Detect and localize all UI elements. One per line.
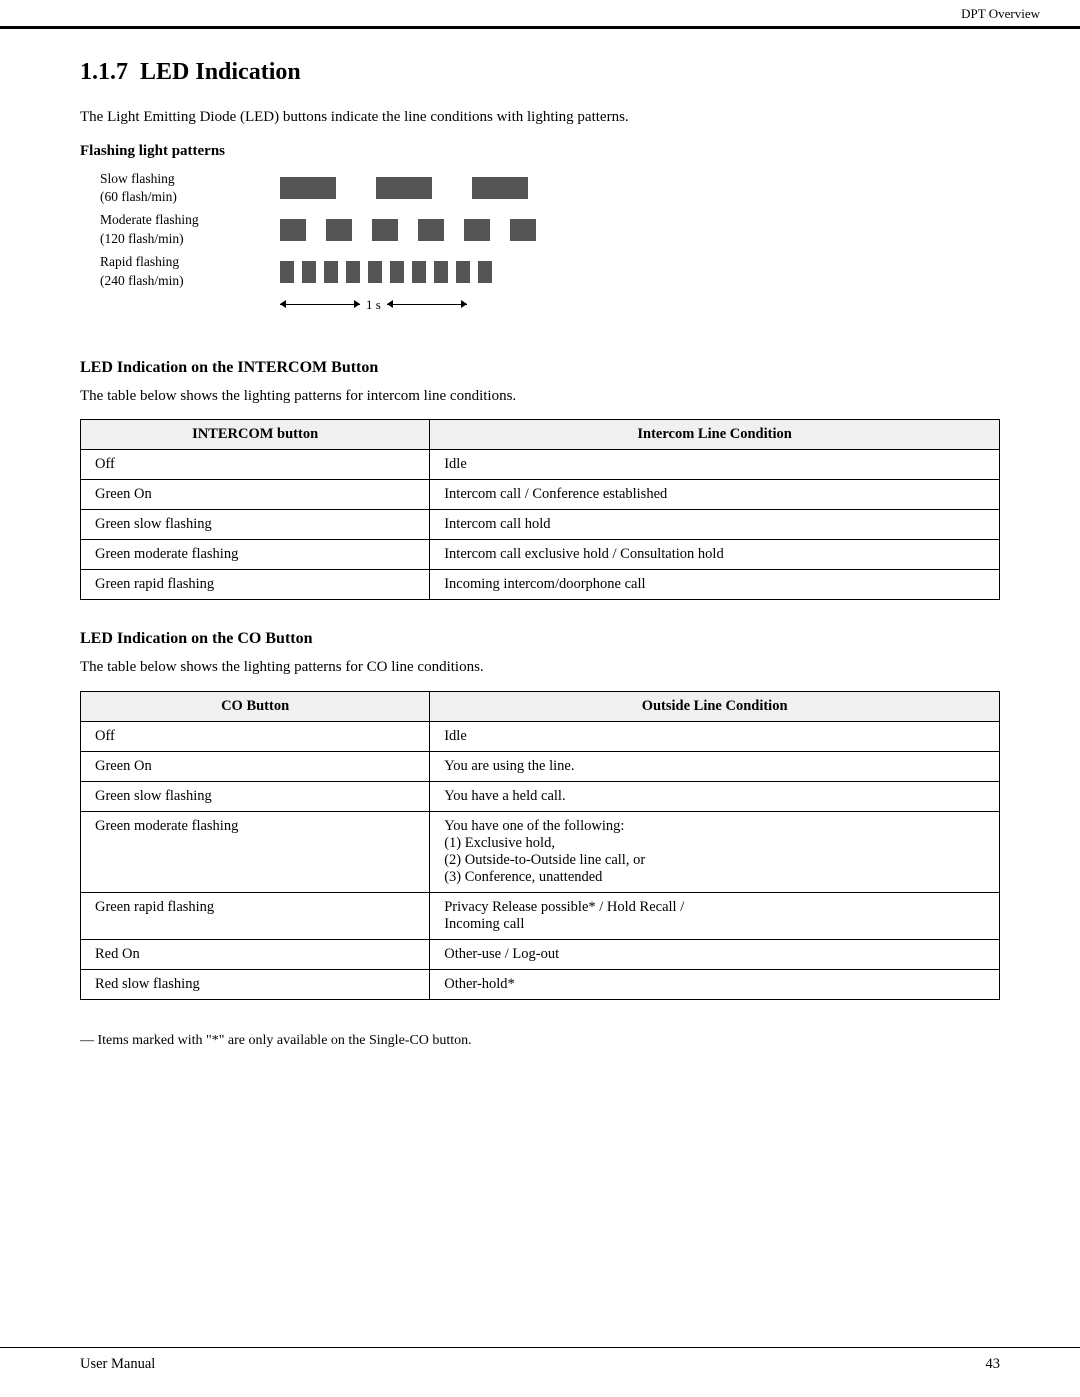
co-table-row: Green rapid flashingPrivacy Release poss…: [81, 892, 1000, 939]
slow-block-2: [376, 177, 432, 199]
intercom-col2-cell: Intercom call hold: [430, 510, 1000, 540]
co-table-row: Red slow flashingOther-hold*: [81, 969, 1000, 999]
intercom-table-row: Green slow flashingIntercom call hold: [81, 510, 1000, 540]
co-col1-cell: Green On: [81, 751, 430, 781]
intercom-col2-cell: Incoming intercom/doorphone call: [430, 570, 1000, 600]
co-table-row: Green OnYou are using the line.: [81, 751, 1000, 781]
main-content: 1.1.7 LED Indication The Light Emitting …: [0, 29, 1080, 1131]
co-col2-cell: You have a held call.: [430, 781, 1000, 811]
co-table: CO Button Outside Line Condition OffIdle…: [80, 691, 1000, 1000]
slow-flash-label: Slow flashing (60 flash/min): [100, 170, 280, 208]
intercom-table-row: Green OnIntercom call / Conference estab…: [81, 480, 1000, 510]
rapid-block-2: [302, 261, 316, 283]
co-col1-cell: Red On: [81, 939, 430, 969]
mod-block-2: [326, 219, 352, 241]
co-table-row: Red OnOther-use / Log-out: [81, 939, 1000, 969]
co-table-header-row: CO Button Outside Line Condition: [81, 691, 1000, 721]
mod-block-4: [418, 219, 444, 241]
slow-block-3: [472, 177, 528, 199]
co-intro: The table below shows the lighting patte…: [80, 656, 1000, 679]
rapid-flash-row: Rapid flashing (240 flash/min): [100, 253, 1000, 291]
time-label: 1 s: [366, 297, 381, 313]
intercom-col1-cell: Green rapid flashing: [81, 570, 430, 600]
rapid-block-1: [280, 261, 294, 283]
co-table-row: Green moderate flashingYou have one of t…: [81, 811, 1000, 892]
co-col1-cell: Green slow flashing: [81, 781, 430, 811]
co-col2-cell: You are using the line.: [430, 751, 1000, 781]
slow-flash-row: Slow flashing (60 flash/min): [100, 170, 1000, 208]
mod-flash-row: Moderate flashing (120 flash/min): [100, 211, 1000, 249]
co-col1-cell: Off: [81, 721, 430, 751]
top-bar: DPT Overview: [0, 0, 1080, 29]
time-arrow: 1 s: [280, 297, 467, 313]
intercom-table-header-row: INTERCOM button Intercom Line Condition: [81, 420, 1000, 450]
co-table-row: Green slow flashingYou have a held call.: [81, 781, 1000, 811]
intercom-table-row: Green rapid flashingIncoming intercom/do…: [81, 570, 1000, 600]
rapid-block-4: [346, 261, 360, 283]
arrow-line: [280, 304, 360, 305]
co-col1-header: CO Button: [81, 691, 430, 721]
intercom-col2-header: Intercom Line Condition: [430, 420, 1000, 450]
intercom-table-row: OffIdle: [81, 450, 1000, 480]
arrow-line-2: [387, 304, 467, 305]
flashing-diagram: Slow flashing (60 flash/min) Moderate fl…: [100, 170, 1000, 329]
mod-block-6: [510, 219, 536, 241]
intercom-col2-cell: Idle: [430, 450, 1000, 480]
rapid-block-10: [478, 261, 492, 283]
mod-block-1: [280, 219, 306, 241]
rapid-flash-label: Rapid flashing (240 flash/min): [100, 253, 280, 291]
section-number: 1.1.7: [80, 59, 128, 86]
footer-right: 43: [986, 1356, 1001, 1373]
page-container: DPT Overview 1.1.7 LED Indication The Li…: [0, 0, 1080, 1397]
intercom-col2-cell: Intercom call / Conference established: [430, 480, 1000, 510]
flashing-label: Flashing light patterns: [80, 143, 1000, 160]
slow-flash-pattern: [280, 174, 528, 202]
co-heading: LED Indication on the CO Button: [80, 630, 1000, 648]
co-col2-cell: Idle: [430, 721, 1000, 751]
intercom-table: INTERCOM button Intercom Line Condition …: [80, 419, 1000, 600]
intercom-col1-header: INTERCOM button: [81, 420, 430, 450]
intercom-heading: LED Indication on the INTERCOM Button: [80, 359, 1000, 377]
intercom-intro: The table below shows the lighting patte…: [80, 385, 1000, 408]
intercom-col2-cell: Intercom call exclusive hold / Consultat…: [430, 540, 1000, 570]
header-title: DPT Overview: [961, 6, 1040, 22]
rapid-block-5: [368, 261, 382, 283]
intercom-table-row: Green moderate flashingIntercom call exc…: [81, 540, 1000, 570]
rapid-flash-pattern: [280, 258, 492, 286]
rapid-block-6: [390, 261, 404, 283]
co-table-row: OffIdle: [81, 721, 1000, 751]
slow-block-1: [280, 177, 336, 199]
time-arrow-row: 1 s: [280, 297, 1000, 313]
co-col2-cell: Other-use / Log-out: [430, 939, 1000, 969]
section-heading: 1.1.7 LED Indication: [80, 59, 1000, 86]
co-col1-cell: Red slow flashing: [81, 969, 430, 999]
rapid-block-7: [412, 261, 426, 283]
mod-block-3: [372, 219, 398, 241]
intercom-col1-cell: Green On: [81, 480, 430, 510]
rapid-block-8: [434, 261, 448, 283]
intercom-col1-cell: Off: [81, 450, 430, 480]
intercom-col1-cell: Green slow flashing: [81, 510, 430, 540]
footnote: — Items marked with "*" are only availab…: [80, 1030, 1000, 1051]
co-col2-cell: Other-hold*: [430, 969, 1000, 999]
mod-block-5: [464, 219, 490, 241]
footer-left: User Manual: [80, 1356, 155, 1373]
co-col2-cell: Privacy Release possible* / Hold Recall …: [430, 892, 1000, 939]
intro-text: The Light Emitting Diode (LED) buttons i…: [80, 106, 1000, 129]
section-title: LED Indication: [140, 59, 301, 86]
mod-flash-pattern: [280, 216, 536, 244]
co-col1-cell: Green rapid flashing: [81, 892, 430, 939]
mod-flash-label: Moderate flashing (120 flash/min): [100, 211, 280, 249]
rapid-block-3: [324, 261, 338, 283]
co-col2-header: Outside Line Condition: [430, 691, 1000, 721]
co-col2-cell: You have one of the following:(1) Exclus…: [430, 811, 1000, 892]
co-col1-cell: Green moderate flashing: [81, 811, 430, 892]
intercom-col1-cell: Green moderate flashing: [81, 540, 430, 570]
footer: User Manual 43: [0, 1347, 1080, 1373]
rapid-block-9: [456, 261, 470, 283]
